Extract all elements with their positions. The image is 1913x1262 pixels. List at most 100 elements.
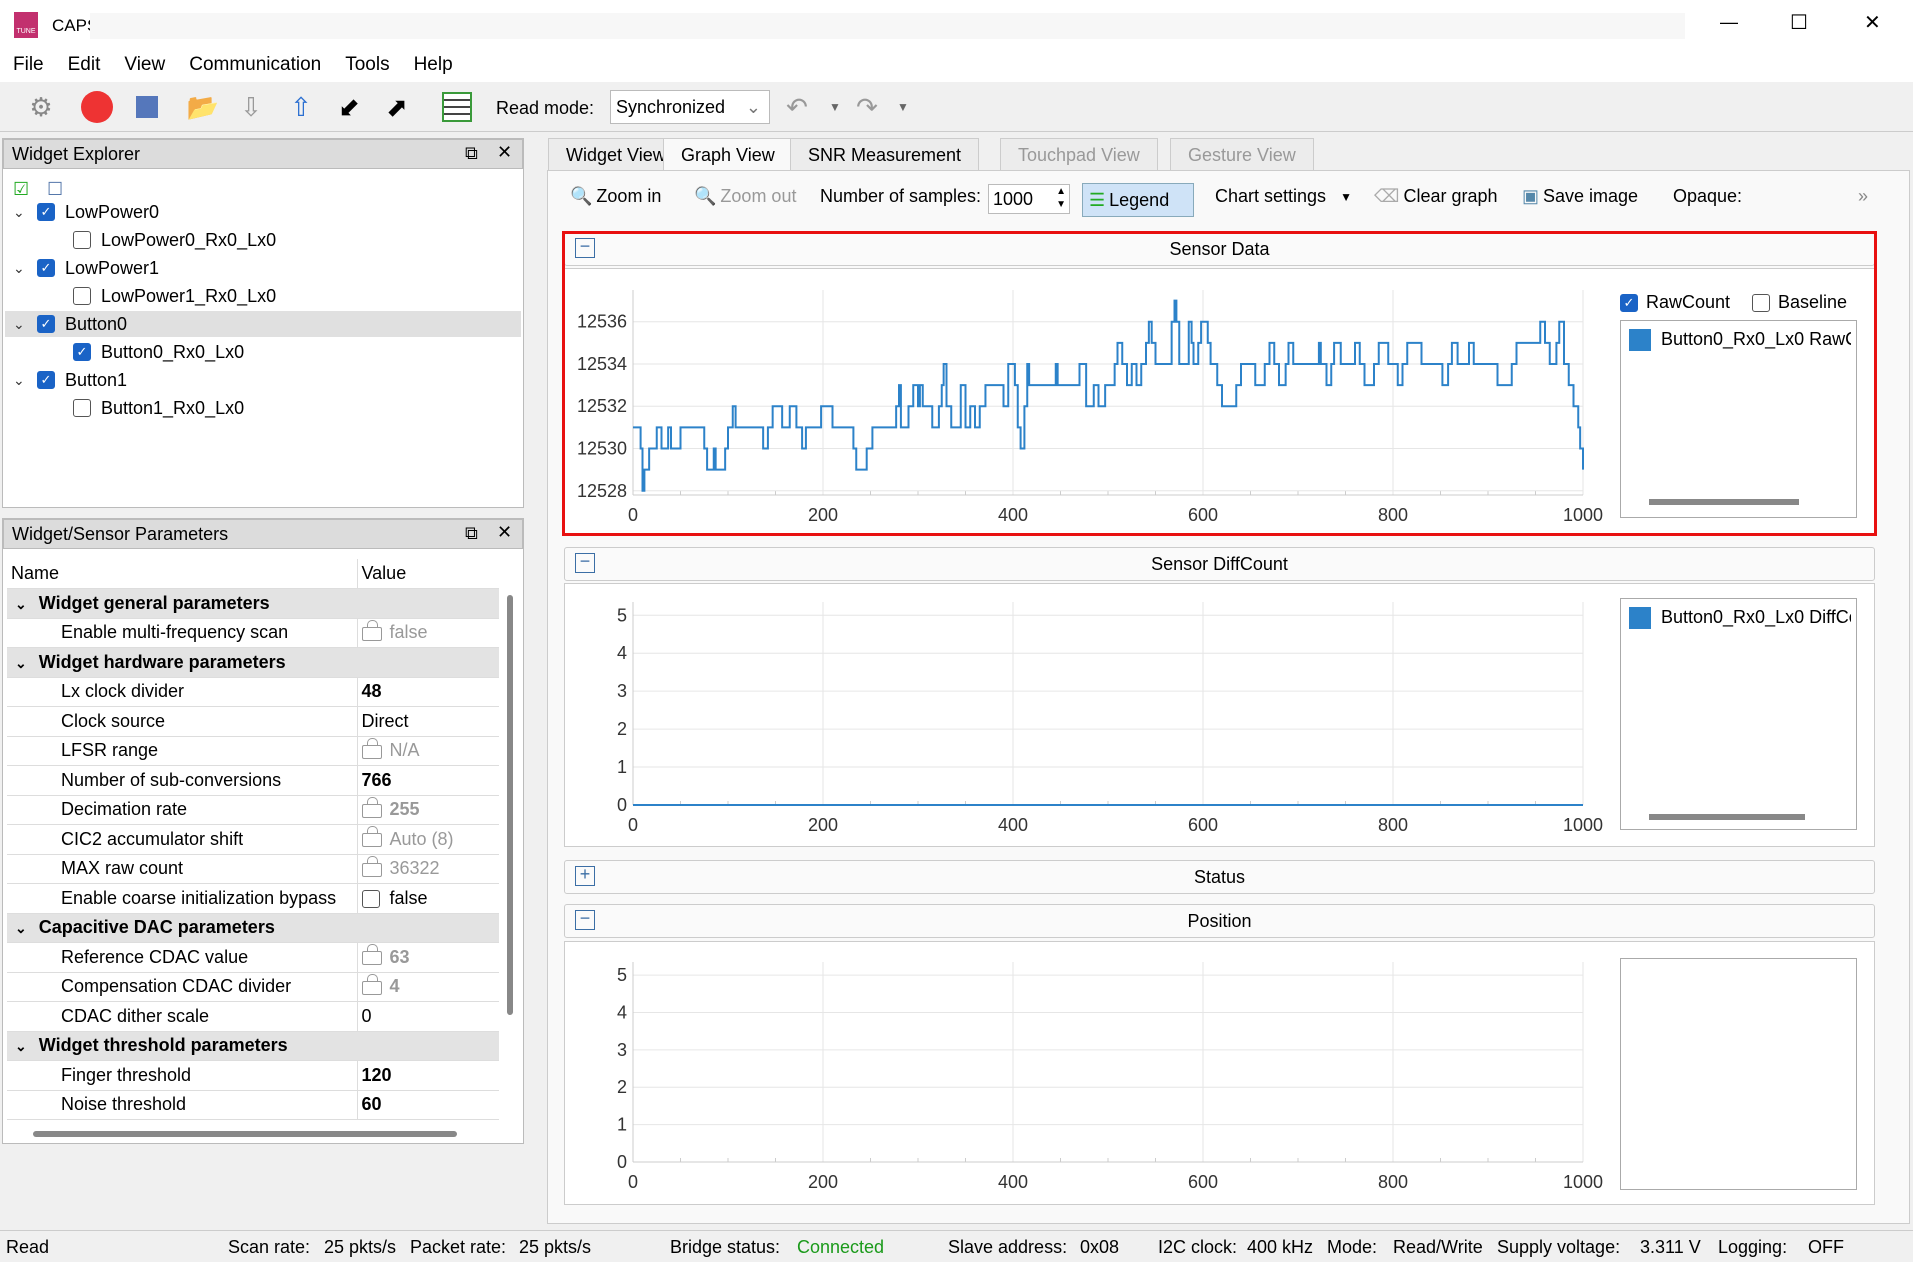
parameter-value-cell[interactable]: 4 [357,972,499,1002]
vertical-scrollbar[interactable] [507,595,513,1015]
minimize-button[interactable]: — [1720,12,1738,33]
checkbox[interactable] [73,399,91,417]
parameter-value-cell[interactable]: Auto (8) [357,824,499,855]
checkbox[interactable]: ✓ [73,343,91,361]
tree-item[interactable]: ⌄ ✓ LowPower1 [13,255,159,281]
tab-gesture-view[interactable]: Gesture View [1170,138,1314,171]
parameter-row[interactable]: Noise threshold 60 [7,1090,499,1120]
parameter-value-cell[interactable]: N/A [357,736,499,766]
chevron-down-icon[interactable]: ⌄ [15,920,27,936]
uncheck-all-icon[interactable]: ☐ [47,179,63,200]
legend-scrollbar[interactable] [1649,814,1805,820]
close-panel-icon[interactable]: ✕ [497,522,512,543]
parameter-group[interactable]: ⌄ Widget general parameters [7,588,499,619]
menu-help[interactable]: Help [401,49,464,76]
spin-arrows-icon[interactable]: ▲ ▼ [1056,185,1066,211]
undo-dropdown-icon[interactable]: ▼ [818,90,852,124]
gear-icon[interactable]: ⚙ [24,90,58,124]
redo-dropdown-icon[interactable]: ▼ [886,90,920,124]
stop-icon[interactable] [130,90,164,124]
menu-view[interactable]: View [111,49,176,76]
float-icon[interactable]: ⧉ [465,523,478,544]
open-icon[interactable]: 📂 [186,90,220,124]
chevron-down-icon[interactable]: ⌄ [15,596,27,612]
parameter-value-cell[interactable]: 0 [357,1001,499,1032]
parameter-row[interactable]: Enable multi-frequency scan false [7,618,499,648]
checkbox[interactable]: ✓ [37,371,55,389]
check-all-icon[interactable]: ☑ [13,179,29,200]
tab-snr-measurement[interactable]: SNR Measurement [790,138,980,171]
save-image-button[interactable]: ▣ Save image [1522,186,1638,207]
chevron-down-icon[interactable]: ⌄ [13,204,27,221]
chevron-down-icon[interactable]: ⌄ [15,655,27,671]
menu-communication[interactable]: Communication [176,49,332,76]
maximize-button[interactable]: ☐ [1790,10,1808,35]
parameter-group[interactable]: ⌄ Capacitive DAC parameters [7,913,499,943]
checkbox[interactable] [73,287,91,305]
expand-icon[interactable]: + [575,865,595,886]
log-icon[interactable] [440,90,474,124]
parameter-row[interactable]: MAX raw count 36322 [7,854,499,884]
horizontal-scrollbar[interactable] [33,1131,457,1137]
more-icon[interactable]: » [1858,186,1868,207]
menu-edit[interactable]: Edit [55,49,112,76]
disconnect-icon[interactable] [80,90,114,124]
checkbox[interactable]: ✓ [37,203,55,221]
parameter-value-cell[interactable]: false [357,883,499,914]
tab-touchpad-view[interactable]: Touchpad View [1000,138,1158,171]
parameter-row[interactable]: LFSR range N/A [7,736,499,766]
tree-item[interactable]: ✓ Button0_Rx0_Lx0 [73,339,244,365]
parameter-row[interactable]: Decimation rate 255 [7,795,499,825]
read-mode-select[interactable]: Synchronized ⌄ [610,90,770,124]
parameter-row[interactable]: CDAC dither scale 0 [7,1001,499,1032]
parameter-row[interactable]: Finger threshold 120 [7,1060,499,1091]
parameter-row[interactable]: Number of sub-conversions 766 [7,765,499,796]
zoom-in-button[interactable]: 🔍 Zoom in [570,186,661,207]
parameter-value-cell[interactable]: Direct [357,706,499,737]
parameter-value-cell[interactable]: 766 [357,765,499,796]
parameter-row[interactable]: Reference CDAC value 63 [7,942,499,973]
parameter-value-cell[interactable]: 60 [357,1090,499,1120]
chevron-down-icon[interactable]: ⌄ [13,316,27,333]
zoom-out-button[interactable]: 🔍 Zoom out [694,186,796,207]
tree-item[interactable]: ⌄ ✓ LowPower0 [13,199,159,225]
tree-item[interactable]: LowPower0_Rx0_Lx0 [73,227,276,253]
redo-icon[interactable]: ↷ [850,90,884,124]
parameter-value-cell[interactable]: 36322 [357,854,499,884]
tree-item[interactable]: ⌄ ✓ Button0 [5,311,521,337]
parameter-row[interactable]: Enable coarse initialization bypass false [7,883,499,914]
export-icon[interactable]: ⬈ [380,90,414,124]
read-from-device-icon[interactable]: ⇩ [234,90,268,124]
write-to-device-icon[interactable]: ⇧ [284,90,318,124]
samples-spinbox[interactable]: 1000 ▲ ▼ [988,184,1070,214]
parameter-value-cell[interactable]: 120 [357,1060,499,1091]
parameter-row[interactable]: CIC2 accumulator shift Auto (8) [7,824,499,855]
checkbox[interactable]: ✓ [37,259,55,277]
chart-settings-button[interactable]: Chart settings ▼ [1215,186,1352,207]
parameter-row[interactable]: Compensation CDAC divider 4 [7,972,499,1002]
chevron-down-icon[interactable]: ⌄ [13,260,27,277]
close-panel-icon[interactable]: ✕ [497,142,512,163]
close-button[interactable]: ✕ [1864,10,1881,35]
tree-item[interactable]: LowPower1_Rx0_Lx0 [73,283,276,309]
collapse-icon[interactable]: − [575,909,595,930]
parameter-group[interactable]: ⌄ Widget hardware parameters [7,647,499,678]
parameter-value-cell[interactable]: 48 [357,677,499,707]
parameter-row[interactable]: Clock source Direct [7,706,499,737]
parameter-group[interactable]: ⌄ Widget threshold parameters [7,1031,499,1061]
checkbox[interactable] [361,890,380,908]
checkbox[interactable] [73,231,91,249]
checkbox[interactable]: ✓ [37,315,55,333]
tab-graph-view[interactable]: Graph View [663,138,793,171]
menu-tools[interactable]: Tools [332,49,400,76]
float-icon[interactable]: ⧉ [465,143,478,164]
clear-graph-button[interactable]: ⌫ Clear graph [1374,186,1498,207]
collapse-icon[interactable]: − [575,552,595,573]
parameter-row[interactable]: Lx clock divider 48 [7,677,499,707]
chevron-down-icon[interactable]: ⌄ [13,372,27,389]
legend-toggle-button[interactable]: ☰ Legend [1082,183,1194,217]
tree-item[interactable]: ⌄ ✓ Button1 [13,367,127,393]
parameter-value-cell[interactable]: 255 [357,795,499,825]
parameter-value-cell[interactable]: false [357,618,499,648]
parameter-value-cell[interactable]: 63 [357,942,499,973]
